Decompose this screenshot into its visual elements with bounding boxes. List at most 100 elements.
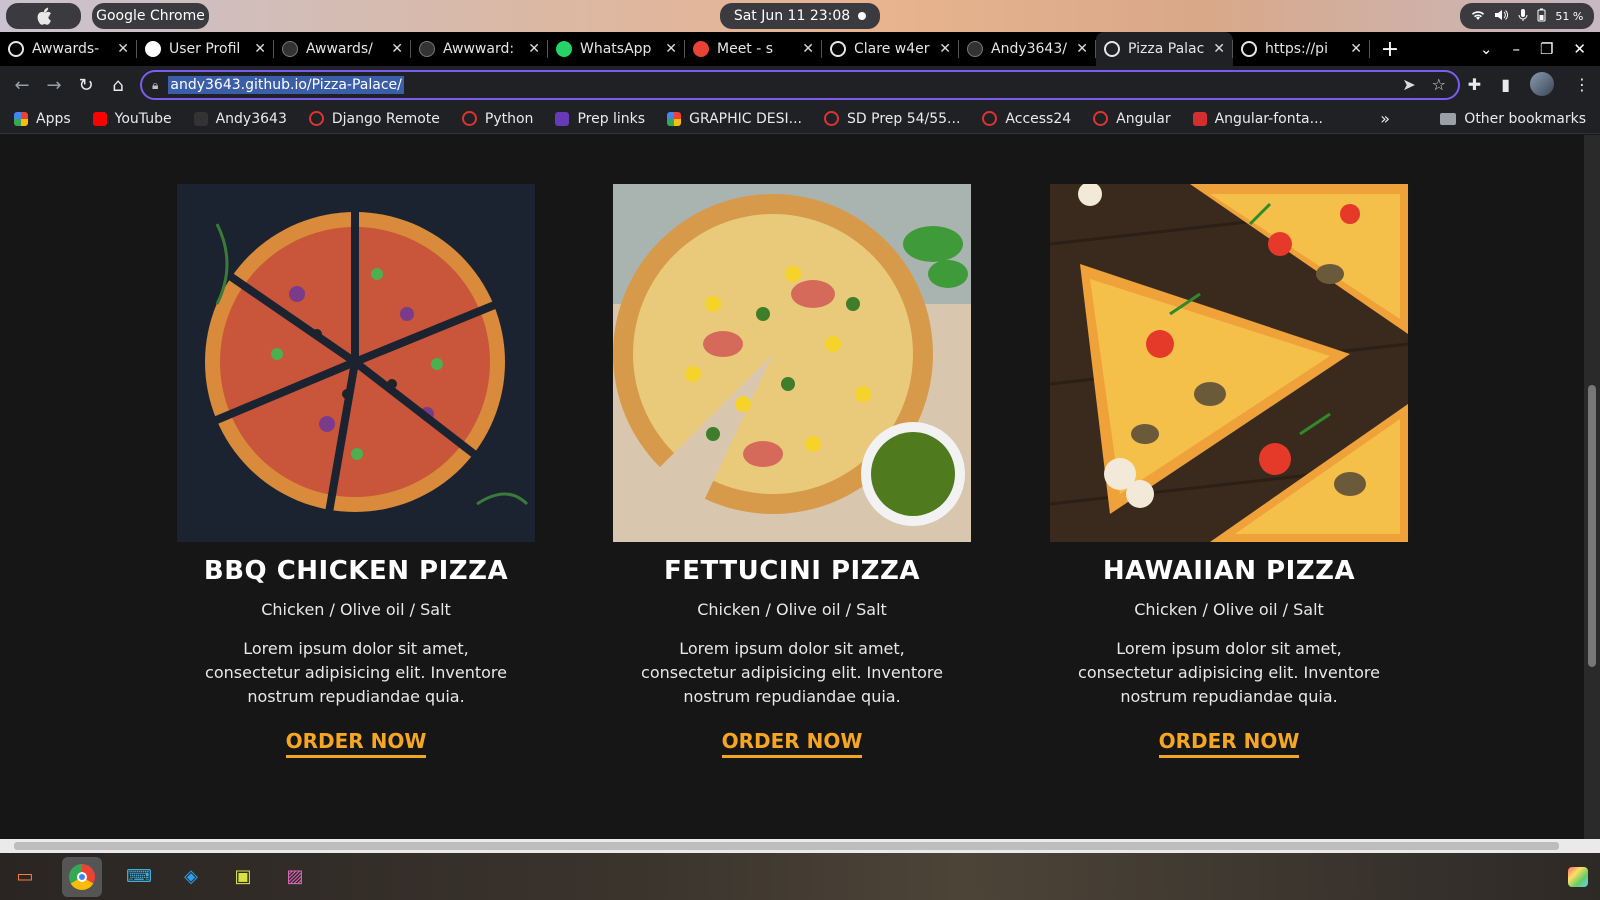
tab-label: Awwards/ bbox=[306, 41, 373, 57]
ring-icon bbox=[461, 111, 477, 126]
tab-close-icon[interactable]: ✕ bbox=[802, 41, 814, 57]
bookmark-item[interactable]: Angular bbox=[1093, 111, 1171, 127]
bookmark-label: Andy3643 bbox=[215, 110, 287, 127]
bookmark-label: GRAPHIC DESI... bbox=[689, 110, 802, 127]
tab[interactable]: https://pi ✕ bbox=[1233, 32, 1370, 66]
minimize-icon[interactable]: – bbox=[1512, 40, 1520, 58]
tab[interactable]: Andy3643/ ✕ bbox=[959, 32, 1096, 66]
vertical-scroll-thumb[interactable] bbox=[1588, 385, 1596, 667]
reload-button[interactable]: ↻ bbox=[70, 75, 102, 96]
active-app-label[interactable]: Google Chrome bbox=[92, 3, 209, 29]
globe-icon bbox=[8, 41, 24, 57]
horizontal-scrollbar[interactable] bbox=[0, 839, 1600, 853]
browser-toolbar: ← → ↻ ⌂ 🔒︎ andy3643.github.io/Pizza-Pala… bbox=[0, 66, 1600, 104]
close-window-icon[interactable]: ✕ bbox=[1573, 40, 1586, 58]
tab-close-icon[interactable]: ✕ bbox=[391, 41, 403, 57]
vscode-icon[interactable]: ◈ bbox=[176, 862, 206, 892]
ring-icon bbox=[1093, 111, 1109, 126]
bookmark-item[interactable]: Python bbox=[461, 111, 533, 127]
fontawesome-icon bbox=[1192, 111, 1207, 126]
tab-label: Andy3643/ bbox=[991, 41, 1067, 57]
extensions-puzzle-icon[interactable]: ✚ bbox=[1468, 75, 1481, 94]
system-tray[interactable]: 51 % bbox=[1460, 3, 1594, 29]
whatsapp-icon bbox=[556, 41, 572, 57]
clock-text: Sat Jun 11 23:08 bbox=[733, 8, 851, 24]
tab[interactable]: Awwards/ ✕ bbox=[274, 32, 411, 66]
chrome-menu-icon[interactable]: ⋮ bbox=[1574, 75, 1590, 94]
pizza-name: BBQ CHICKEN PIZZA bbox=[203, 556, 509, 586]
forward-button[interactable]: → bbox=[38, 75, 70, 96]
bookmarks-overflow-button[interactable]: » bbox=[1380, 109, 1390, 128]
notification-dot-icon bbox=[858, 12, 867, 20]
tab[interactable]: Awwward: ✕ bbox=[411, 32, 548, 66]
image-viewer-icon[interactable]: ▨ bbox=[280, 862, 310, 892]
address-bar[interactable]: 🔒︎ andy3643.github.io/Pizza-Palace/ ➤ ☆ bbox=[140, 70, 1460, 100]
lock-icon[interactable]: 🔒︎ bbox=[152, 78, 158, 93]
clock[interactable]: Sat Jun 11 23:08 bbox=[720, 3, 880, 29]
bookmark-item[interactable]: Prep links bbox=[555, 111, 645, 127]
tab[interactable]: User Profil ✕ bbox=[137, 32, 274, 66]
tab-label: Awwward: bbox=[443, 41, 515, 57]
pizza-image-bbq bbox=[177, 184, 535, 542]
wifi-icon bbox=[1471, 9, 1485, 24]
bookmark-item[interactable]: YouTube bbox=[92, 111, 172, 127]
tab-search-chevron-icon[interactable]: ⌄ bbox=[1480, 40, 1493, 58]
bookmark-item[interactable]: Access24 bbox=[982, 111, 1071, 127]
horizontal-scroll-thumb[interactable] bbox=[14, 842, 1559, 850]
tab[interactable]: WhatsApp ✕ bbox=[548, 32, 685, 66]
bookmark-item[interactable]: Django Remote bbox=[308, 110, 440, 127]
vertical-scrollbar[interactable] bbox=[1584, 135, 1600, 839]
meet-icon bbox=[693, 41, 709, 57]
globe-icon bbox=[1241, 41, 1257, 57]
battery-percent: 51 % bbox=[1555, 9, 1584, 23]
screenshot-tool-icon[interactable]: ▣ bbox=[228, 862, 258, 892]
app-launcher-icon[interactable] bbox=[1568, 867, 1588, 887]
bookmark-item[interactable]: Apps bbox=[14, 111, 71, 127]
tab-close-icon[interactable]: ✕ bbox=[1350, 41, 1362, 57]
pizza-ingredients: Chicken / Olive oil / Salt bbox=[261, 600, 451, 619]
tab[interactable]: Clare w4er ✕ bbox=[822, 32, 959, 66]
order-now-button[interactable]: ORDER NOW bbox=[285, 729, 427, 758]
tab-close-icon[interactable]: ✕ bbox=[117, 41, 129, 57]
bookmarks-bar: Apps YouTube Andy3643 Django Remote Python Pr… bbox=[0, 104, 1600, 134]
tab-close-icon[interactable]: ✕ bbox=[1213, 41, 1225, 57]
tab-close-icon[interactable]: ✕ bbox=[528, 41, 540, 57]
restore-icon[interactable]: ❐ bbox=[1540, 40, 1553, 58]
back-button[interactable]: ← bbox=[6, 75, 38, 96]
tab-close-icon[interactable]: ✕ bbox=[1076, 41, 1088, 57]
bookmark-label: Django Remote bbox=[331, 110, 440, 127]
apple-menu-button[interactable] bbox=[6, 3, 81, 29]
bookmark-item[interactable]: SD Prep 54/55... bbox=[824, 111, 960, 127]
bookmark-label: Access24 bbox=[1005, 110, 1072, 127]
pizza-card: HAWAIIAN PIZZA Chicken / Olive oil / Sal… bbox=[1050, 184, 1408, 758]
tab[interactable]: Meet - s ✕ bbox=[685, 32, 822, 66]
send-to-device-icon[interactable]: ➤ bbox=[1402, 75, 1415, 94]
pinwheel-icon bbox=[667, 111, 682, 126]
order-now-button[interactable]: ORDER NOW bbox=[721, 729, 863, 758]
files-folder-icon[interactable]: ▭ bbox=[10, 862, 40, 892]
home-button[interactable]: ⌂ bbox=[102, 75, 134, 96]
new-tab-button[interactable]: + bbox=[1370, 37, 1410, 62]
laptop-icon bbox=[145, 41, 161, 57]
tab-label: User Profil bbox=[169, 41, 241, 57]
other-bookmarks-folder[interactable]: Other bookmarks bbox=[1440, 111, 1586, 127]
tab-close-icon[interactable]: ✕ bbox=[254, 41, 266, 57]
terminal-icon[interactable]: ⌨︎ bbox=[124, 862, 154, 892]
profile-avatar[interactable] bbox=[1530, 72, 1554, 96]
bookmark-item[interactable]: Angular-fonta... bbox=[1192, 111, 1323, 127]
tab-label: Clare w4er bbox=[854, 41, 930, 57]
tab[interactable]: Pizza Palac ✕ bbox=[1096, 32, 1233, 66]
tab[interactable]: Awwards- ✕ bbox=[0, 32, 137, 66]
chrome-dock-icon[interactable] bbox=[62, 856, 102, 897]
bookmark-item[interactable]: Andy3643 bbox=[193, 110, 287, 127]
pizza-ingredients: Chicken / Olive oil / Salt bbox=[697, 600, 887, 619]
tab-close-icon[interactable]: ✕ bbox=[665, 41, 677, 57]
bookmark-label: Prep links bbox=[577, 110, 646, 127]
side-panel-icon[interactable]: ▮ bbox=[1501, 75, 1510, 94]
address-bar-url[interactable]: andy3643.github.io/Pizza-Palace/ bbox=[168, 76, 404, 94]
bookmark-star-icon[interactable]: ☆ bbox=[1432, 75, 1446, 94]
tab-close-icon[interactable]: ✕ bbox=[939, 41, 951, 57]
order-now-button[interactable]: ORDER NOW bbox=[1158, 729, 1300, 758]
bookmark-item[interactable]: GRAPHIC DESI... bbox=[667, 111, 802, 127]
pizza-card: FETTUCINI PIZZA Chicken / Olive oil / Sa… bbox=[613, 184, 971, 758]
